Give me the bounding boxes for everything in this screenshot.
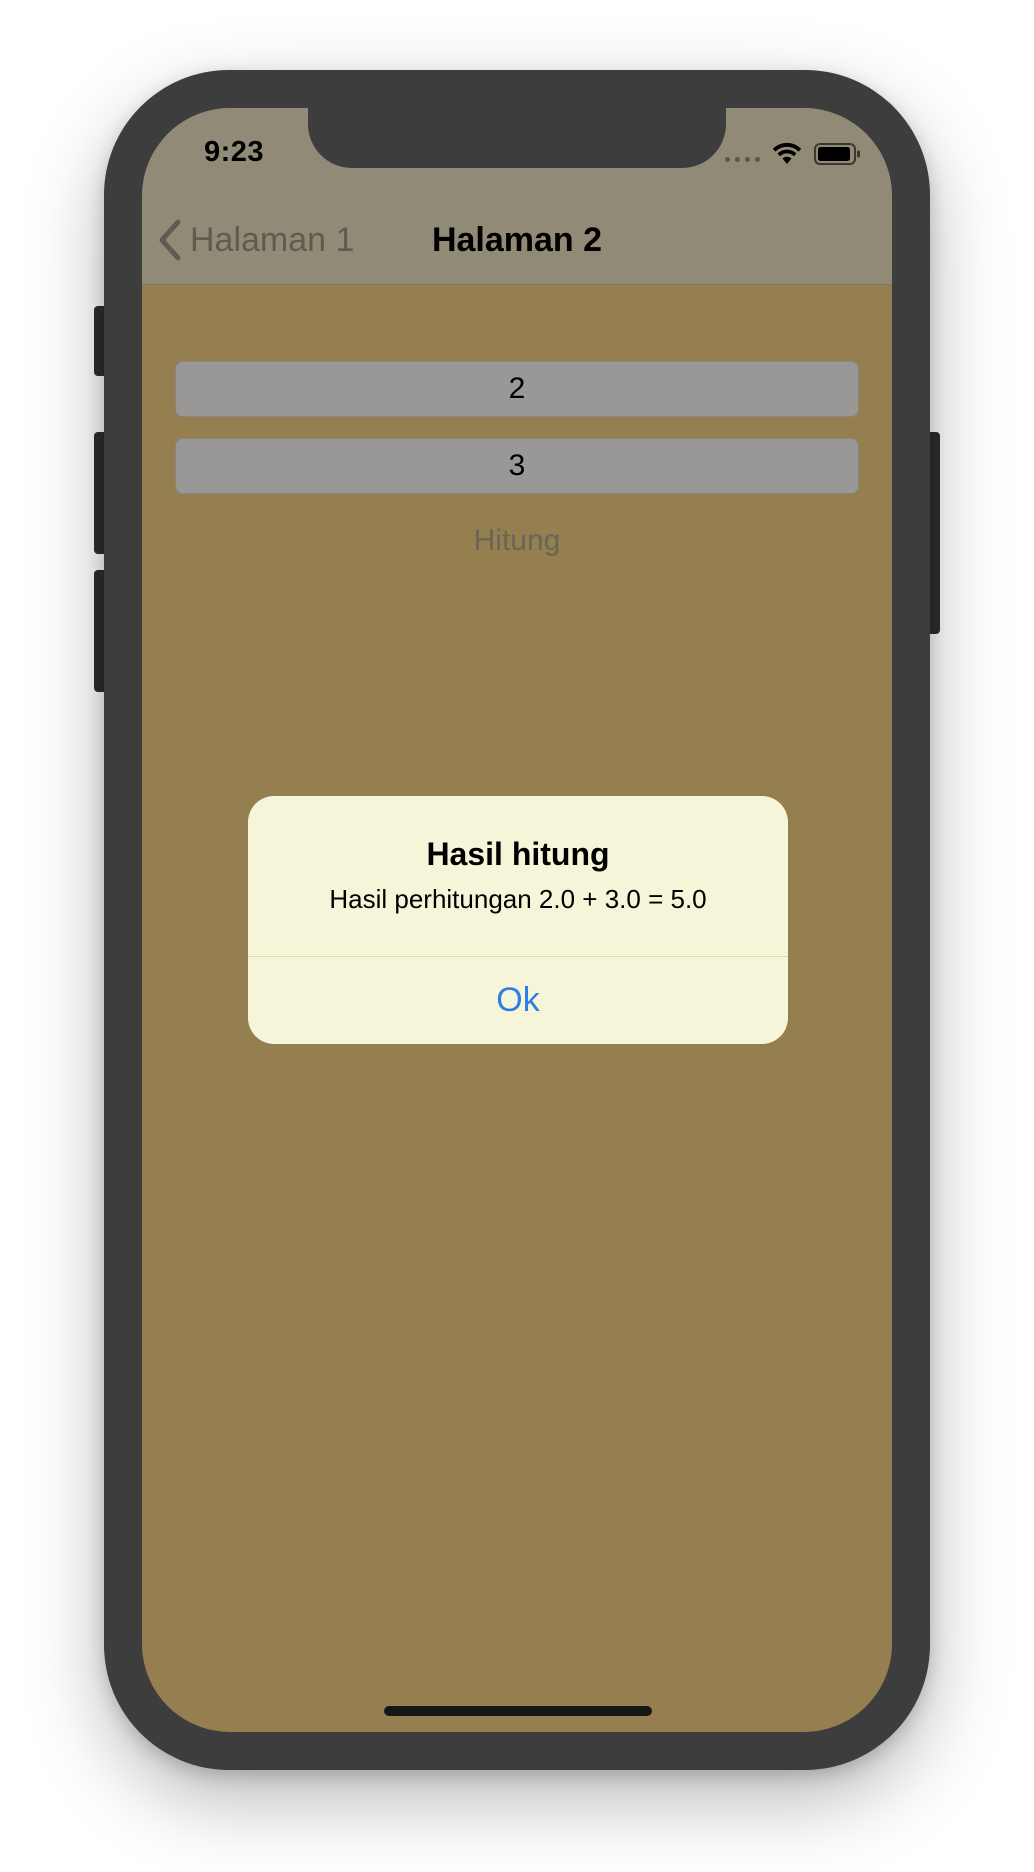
calculate-button[interactable]: Hitung xyxy=(142,524,892,558)
device-stage: 9:23 Halaman 1 Halaman 2 2 3 Hitung Hasi… xyxy=(0,0,1034,1872)
alert-ok-button[interactable]: Ok xyxy=(248,957,788,1044)
second-number-field[interactable]: 3 xyxy=(175,438,859,494)
status-icons xyxy=(725,142,862,166)
back-button[interactable]: Halaman 1 xyxy=(156,218,354,262)
chevron-left-icon xyxy=(159,219,181,261)
back-button-label: Halaman 1 xyxy=(190,220,355,259)
battery-icon xyxy=(814,143,860,165)
home-indicator[interactable] xyxy=(384,1706,652,1716)
status-time: 9:23 xyxy=(204,136,265,168)
alert-message: Hasil perhitungan 2.0 + 3.0 = 5.0 xyxy=(329,884,707,914)
alert-title: Hasil hitung xyxy=(426,836,610,872)
notch xyxy=(308,108,726,168)
result-alert: Hasil hitung Hasil perhitungan 2.0 + 3.0… xyxy=(248,796,788,1044)
first-number-field[interactable]: 2 xyxy=(175,361,859,417)
wifi-icon xyxy=(772,142,802,164)
cellular-signal-icon xyxy=(725,156,760,162)
